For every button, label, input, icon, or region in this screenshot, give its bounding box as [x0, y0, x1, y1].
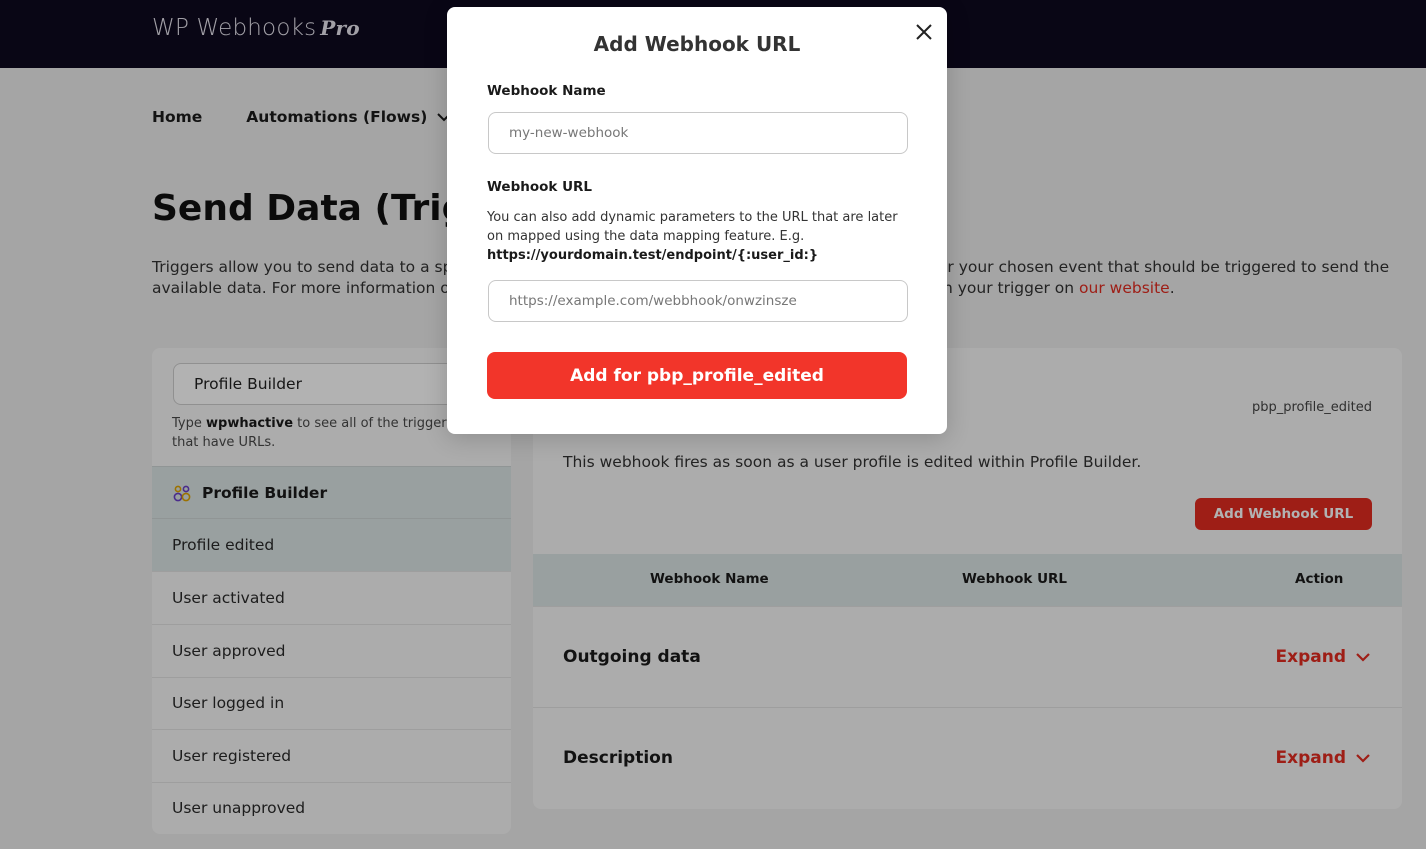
webhook-name-input[interactable] — [488, 112, 908, 154]
webhook-url-input[interactable] — [488, 280, 908, 322]
help-example: https://yourdomain.test/endpoint/{:user_… — [487, 248, 819, 263]
webhook-url-label: Webhook URL — [487, 179, 593, 195]
help-text: You can also add dynamic parameters to t… — [487, 210, 898, 244]
webhook-name-label: Webhook Name — [487, 83, 606, 99]
webhook-url-help: You can also add dynamic parameters to t… — [487, 208, 907, 265]
add-webhook-submit-button[interactable]: Add for pbp_profile_edited — [487, 352, 907, 399]
close-icon[interactable] — [913, 21, 935, 43]
modal-title: Add Webhook URL — [593, 32, 801, 56]
add-webhook-modal: Add Webhook URL Webhook Name Webhook URL… — [447, 7, 947, 434]
